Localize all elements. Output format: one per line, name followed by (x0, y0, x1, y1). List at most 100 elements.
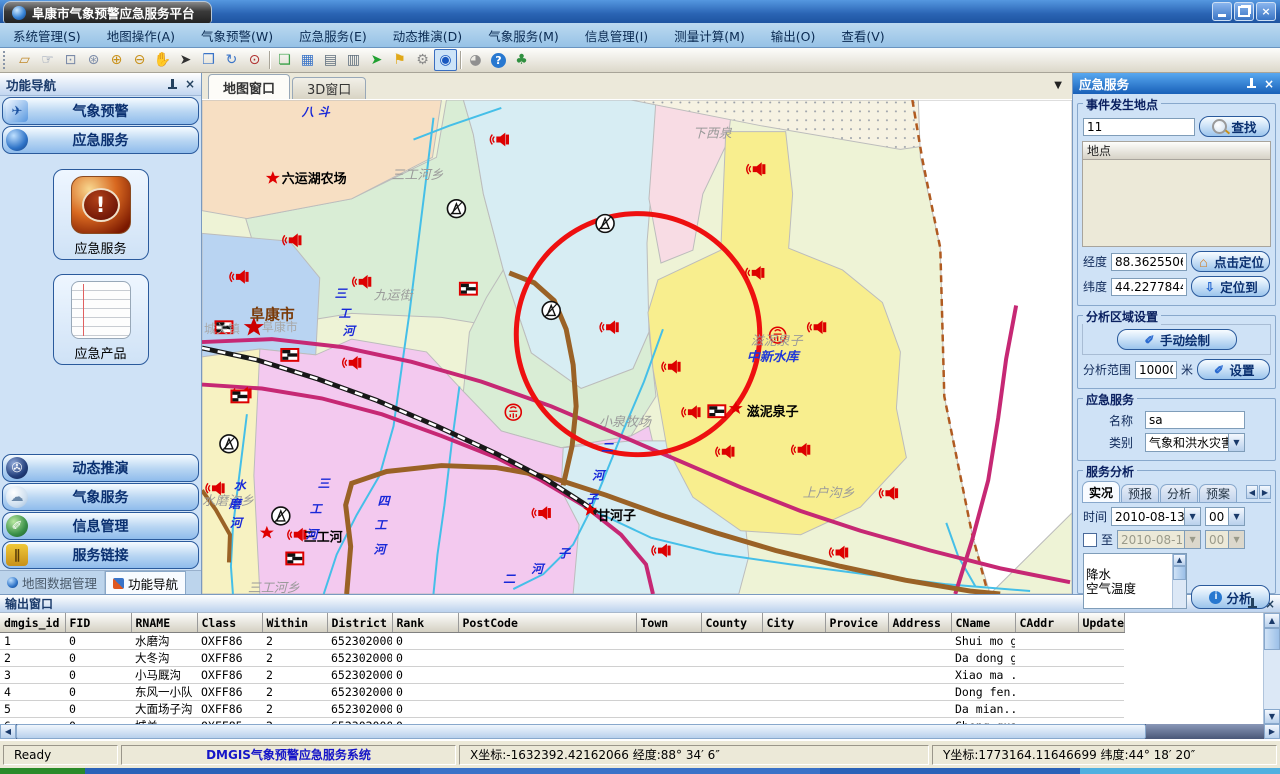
zoom-scale-icon[interactable]: ⊙ (243, 49, 266, 71)
table-row[interactable]: 40东风一小队OXFF8626523020000Dong fen... (0, 684, 1124, 701)
list-scrollbar[interactable]: ▲ (1172, 554, 1186, 608)
element-list-item-0[interactable]: 降水 (1086, 568, 1172, 582)
search-button[interactable]: 查找 (1199, 116, 1270, 137)
menu-item-2[interactable]: 气象预警(W) (188, 23, 286, 47)
dropdown-arrow-icon[interactable]: ▼ (1228, 508, 1244, 525)
menu-item-8[interactable]: 输出(O) (758, 23, 829, 47)
latitude-input[interactable] (1111, 278, 1187, 296)
table-row[interactable]: 10水磨沟OXFF8626523020000Shui mo gou (0, 633, 1124, 650)
menu-item-0[interactable]: 系统管理(S) (0, 23, 94, 47)
close-panel-icon[interactable]: × (185, 78, 195, 90)
map-svg[interactable]: 六运湖农场三工河乡下西泉八 斗九运街阜康市城关镇阜康市滋泥泉子中新水库滋泥泉子小… (202, 100, 1072, 594)
nav-weather-warning-button[interactable]: ✈气象预警 (2, 97, 199, 125)
column-header[interactable]: District (327, 613, 392, 633)
hour-to-select[interactable]: 00 ▼ (1205, 530, 1245, 549)
column-header[interactable]: CName (951, 613, 1015, 633)
map-tab-1[interactable]: 3D窗口 (292, 77, 366, 99)
dropdown-arrow-icon[interactable]: ▼ (1228, 531, 1244, 548)
nav-service-links-button[interactable]: ∥服务链接 (2, 541, 199, 569)
nav-weather-service-button[interactable]: ☁气象服务 (2, 483, 199, 511)
tab-function-nav[interactable]: 功能导航 (105, 571, 186, 594)
flag-marker[interactable] (285, 552, 304, 566)
menu-item-9[interactable]: 查看(V) (828, 23, 897, 47)
flag-marker[interactable] (459, 282, 478, 296)
station-marker[interactable] (272, 507, 290, 525)
select-rect-icon[interactable]: ⊡ (59, 49, 82, 71)
map-tab-0[interactable]: 地图窗口 (208, 74, 290, 99)
tab-map-data-management[interactable]: 地图数据管理 (0, 571, 105, 594)
measure-icon[interactable]: ▱ (13, 49, 36, 71)
station-marker[interactable] (542, 302, 560, 320)
manual-draw-button[interactable]: ✐ 手动绘制 (1117, 329, 1237, 350)
menu-item-4[interactable]: 动态推演(D) (380, 23, 475, 47)
column-header[interactable]: Within (262, 613, 327, 633)
column-header[interactable]: County (701, 613, 762, 633)
output-hscrollbar[interactable]: ◀ ▶ (0, 724, 1280, 739)
dropdown-arrow-icon[interactable]: ▼ (1228, 434, 1244, 451)
select-pointer-icon[interactable]: ☞ (36, 49, 59, 71)
column-header[interactable]: Update (1078, 613, 1124, 633)
longitude-input[interactable] (1111, 253, 1187, 271)
menu-item-6[interactable]: 信息管理(I) (572, 23, 661, 47)
print-icon[interactable]: ▤ (319, 49, 342, 71)
locate-to-button[interactable]: ⇩ 定位到 (1191, 276, 1270, 297)
station-marker[interactable] (596, 215, 614, 233)
location-list-header[interactable]: 地点 (1082, 141, 1271, 160)
vscroll-thumb[interactable] (1264, 628, 1280, 650)
pin-icon[interactable] (168, 79, 177, 90)
map-canvas[interactable]: 六运湖农场三工河乡下西泉八 斗九运街阜康市城关镇阜康市滋泥泉子中新水库滋泥泉子小… (202, 100, 1072, 594)
set-range-button[interactable]: ✐ 设置 (1197, 359, 1270, 380)
scroll-right-icon[interactable]: ▶ (1264, 724, 1280, 739)
column-header[interactable]: Rank (392, 613, 458, 633)
nav-dynamic-deduction-button[interactable]: ✇动态推演 (2, 454, 199, 482)
station-marker[interactable] (220, 435, 238, 453)
minimize-button[interactable] (1212, 2, 1232, 21)
pointer-icon[interactable]: ➤ (174, 49, 197, 71)
table-row[interactable]: 30小马厩沟OXFF8626523020000Xiao ma ... (0, 667, 1124, 684)
column-header[interactable]: Address (888, 613, 951, 633)
scroll-up-icon[interactable]: ▲ (1173, 554, 1186, 566)
refresh-icon[interactable]: ↻ (220, 49, 243, 71)
nav-emergency-service-button[interactable]: 应急服务 (2, 126, 199, 154)
location-list[interactable] (1082, 160, 1271, 247)
dropdown-arrow-icon[interactable]: ▼ (1184, 508, 1200, 525)
column-header[interactable]: Class (197, 613, 262, 633)
service-tab-1[interactable]: 预报 (1121, 484, 1159, 502)
print-setup-icon[interactable]: ▥ (342, 49, 365, 71)
tab-scroll-right-icon[interactable]: ▶ (1259, 485, 1271, 499)
scroll-up-icon[interactable]: ▲ (1264, 613, 1280, 628)
location-search-input[interactable] (1083, 118, 1195, 136)
element-list-item-1[interactable]: 空气温度 (1086, 582, 1172, 596)
column-header[interactable]: FID (65, 613, 131, 633)
dropdown-arrow-icon[interactable]: ▼ (1184, 531, 1200, 548)
overview-tree-icon[interactable]: ♣ (510, 49, 533, 71)
hour-from-select[interactable]: 00 ▼ (1205, 507, 1245, 526)
close-panel-icon[interactable]: × (1264, 78, 1274, 90)
toolbar-grip[interactable] (3, 51, 10, 69)
column-header[interactable]: CAddr (1015, 613, 1078, 633)
output-vscrollbar[interactable]: ▲ ▼ (1263, 613, 1280, 724)
column-header[interactable]: Town (636, 613, 701, 633)
nav-info-management-button[interactable]: ✐信息管理 (2, 512, 199, 540)
close-button[interactable]: × (1256, 2, 1276, 21)
column-header[interactable]: Provice (825, 613, 888, 633)
column-header[interactable]: PostCode (458, 613, 636, 633)
service-name-input[interactable] (1145, 411, 1245, 429)
column-header[interactable]: RNAME (131, 613, 197, 633)
flag-marker[interactable] (280, 348, 299, 362)
settings-icon[interactable]: ⚙ (411, 49, 434, 71)
menu-item-1[interactable]: 地图操作(A) (94, 23, 188, 47)
emergency-product-big-button[interactable]: 应急产品 (53, 274, 149, 365)
service-tab-0[interactable]: 实况 (1082, 481, 1120, 502)
tab-scroll-left-icon[interactable]: ◀ (1246, 485, 1258, 499)
zoom-out-icon[interactable]: ⊖ (128, 49, 151, 71)
globe-icon[interactable]: ◉ (434, 49, 457, 71)
element-list[interactable]: ▲ 降水空气温度 (1083, 553, 1187, 609)
service-tab-3[interactable]: 预案 (1199, 484, 1237, 502)
menu-item-7[interactable]: 测量计算(M) (661, 23, 758, 47)
column-header[interactable]: dmgis_id (0, 613, 65, 633)
pin-icon[interactable] (1247, 78, 1256, 89)
analyze-button[interactable]: i 分析 (1191, 585, 1270, 609)
layers-icon[interactable]: ❏ (273, 49, 296, 71)
select-feature-icon[interactable]: ➤ (365, 49, 388, 71)
